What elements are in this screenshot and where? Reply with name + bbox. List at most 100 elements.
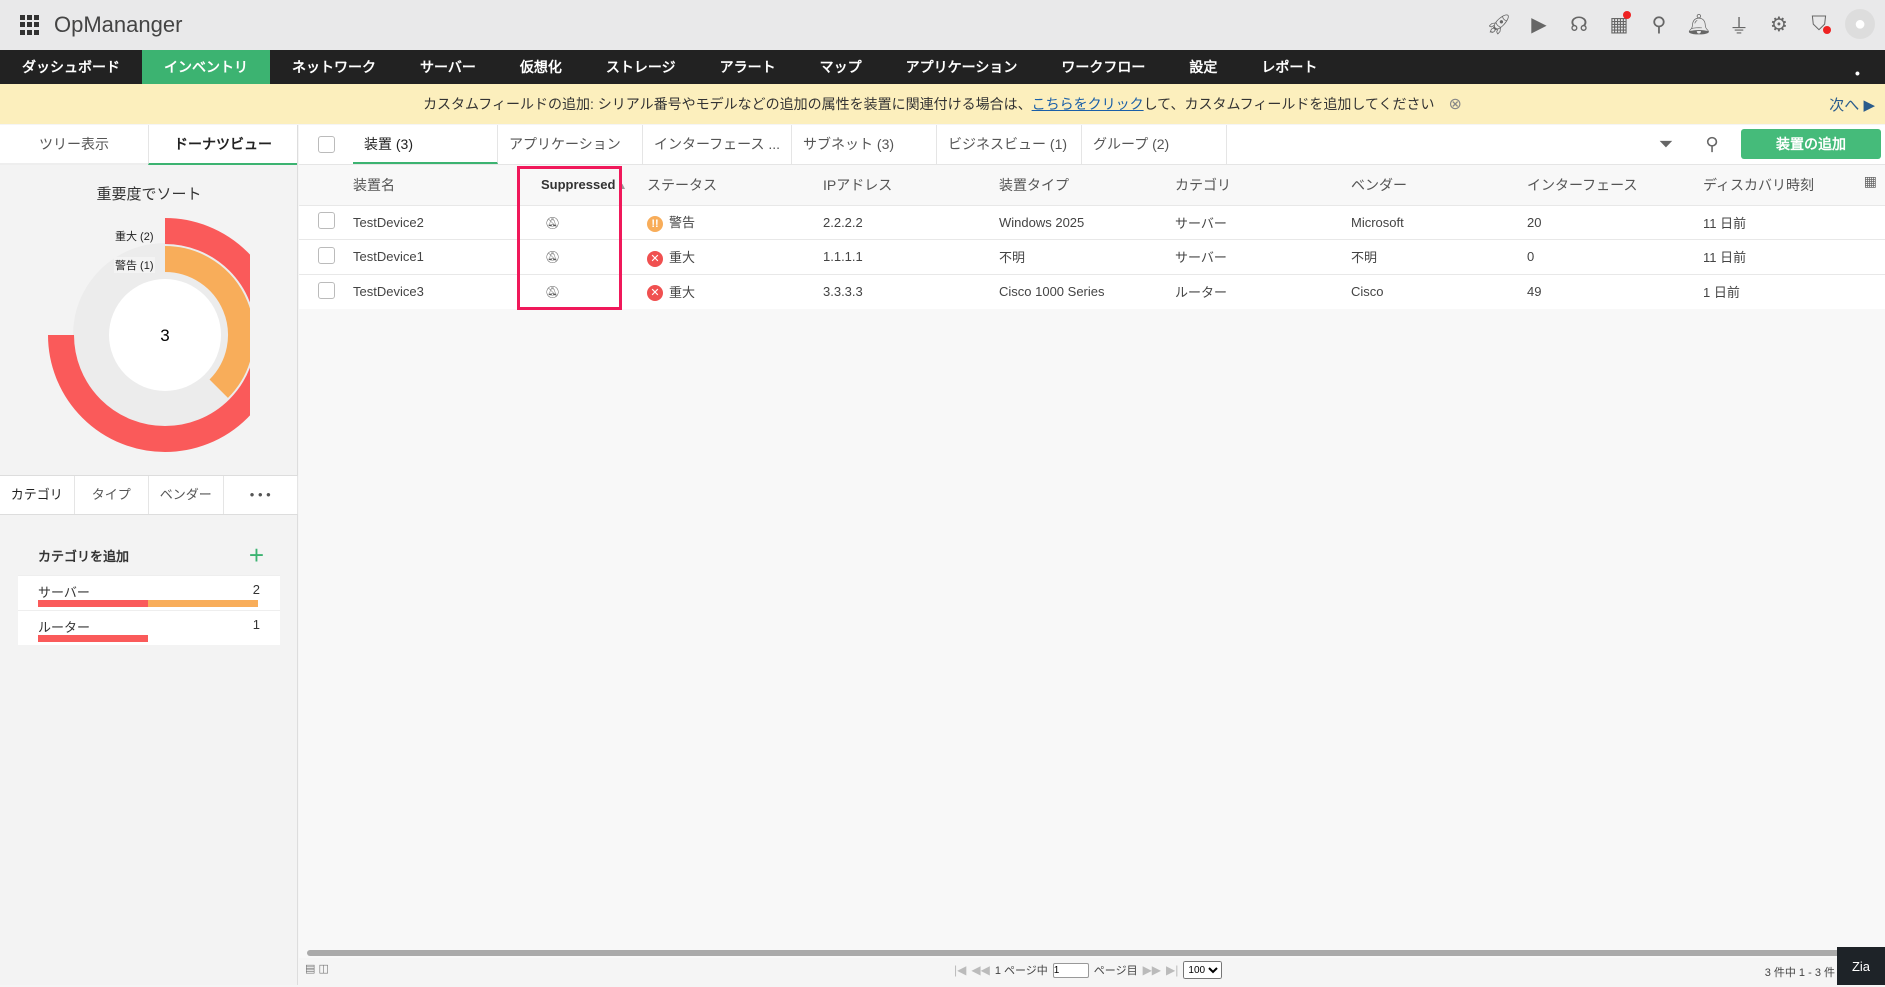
headset-icon[interactable]: ☊ bbox=[1565, 8, 1593, 40]
page-input[interactable] bbox=[1052, 962, 1089, 978]
cell-status: 警告 bbox=[669, 215, 696, 231]
add-category-plus-icon[interactable]: + bbox=[249, 540, 264, 571]
column-header-2[interactable]: ステータス bbox=[647, 165, 823, 205]
table-row[interactable]: TestDevice2 🔕︎!! 警告 2.2.2.2 Windows 2025 サーバー… bbox=[299, 204, 1885, 240]
tab-tree-view[interactable]: ツリー表示 bbox=[0, 125, 148, 165]
bar-warning bbox=[148, 600, 258, 607]
tab-0[interactable]: 装置 (3) bbox=[353, 125, 498, 164]
cell-discovered: 11 日前 bbox=[1703, 250, 1747, 266]
next-label: 次へ bbox=[1829, 97, 1860, 114]
table-row[interactable]: TestDevice3 🔕︎ ✕ 重大 3.3.3.3 Cisco 1000 Series… bbox=[299, 273, 1885, 309]
left-panel: ツリー表示 ドーナツビュー 重要度でソート 3 重大 (2) 警告 (1) カテ… bbox=[0, 125, 298, 985]
apps-grid-icon[interactable] bbox=[20, 15, 40, 35]
per-page-select[interactable]: 100 bbox=[1183, 961, 1223, 979]
row-checkbox[interactable] bbox=[317, 246, 335, 264]
cell-ip: 2.2.2.2 bbox=[823, 214, 863, 230]
nav-item-1[interactable]: インベントリ bbox=[142, 50, 270, 84]
banner-text-end: して、カスタムフィールドを追加してください bbox=[1143, 96, 1435, 112]
row-checkbox[interactable] bbox=[317, 281, 335, 299]
sort-icon[interactable]: ▲ bbox=[615, 181, 627, 191]
nav-item-6[interactable]: アラート bbox=[698, 50, 798, 84]
tab-2[interactable]: インターフェース ... bbox=[643, 125, 793, 164]
column-header-5[interactable]: カテゴリ bbox=[1175, 165, 1351, 205]
tab-5[interactable]: グループ (2) bbox=[1082, 125, 1228, 164]
category-item[interactable]: サーバー 2 bbox=[18, 575, 280, 610]
cell-discovered: 1 日前 bbox=[1703, 285, 1740, 300]
column-chooser-icon[interactable]: ▦ bbox=[1864, 173, 1877, 190]
nav-item-2[interactable]: ネットワーク bbox=[270, 50, 398, 84]
category-count: 2 bbox=[252, 582, 260, 597]
nav-item-10[interactable]: 設定 bbox=[1167, 50, 1239, 84]
nav-item-11[interactable]: レポート bbox=[1239, 50, 1339, 84]
column-header-0[interactable]: 装置名 bbox=[353, 165, 529, 205]
plug-icon[interactable]: ⏚ bbox=[1725, 8, 1753, 40]
donut-label-warning: 警告 (1) bbox=[114, 257, 155, 273]
info-banner: カスタムフィールドの追加: シリアル番号やモデルなどの追加の属性を装置に関連付け… bbox=[0, 84, 1885, 124]
cell-name[interactable]: TestDevice2 bbox=[353, 215, 424, 230]
tab-type[interactable]: タイプ bbox=[75, 476, 149, 514]
nav-item-4[interactable]: 仮想化 bbox=[498, 50, 584, 84]
select-all-checkbox[interactable] bbox=[317, 136, 335, 153]
next-button[interactable]: 次へ ▶ bbox=[1829, 94, 1875, 115]
nav-item-0[interactable]: ダッシュボード bbox=[0, 50, 142, 84]
tab-vendor[interactable]: ベンダー bbox=[149, 476, 224, 514]
main-panel: 装置 (3) アプリケーション インターフェース ... サブネット (3) ビジネスビ… bbox=[299, 125, 1885, 985]
nav-item-5[interactable]: ストレージ bbox=[584, 50, 698, 84]
page-suffix-label: ページ目 bbox=[1093, 965, 1138, 977]
tab-4[interactable]: ビジネスビュー (1) bbox=[937, 125, 1083, 164]
rocket-icon[interactable]: 🚀︎ bbox=[1485, 8, 1513, 40]
column-header-label: カテゴリ bbox=[1175, 176, 1231, 193]
gift-icon[interactable]: ▦ bbox=[1605, 8, 1633, 40]
cell-ip: 1.1.1.1 bbox=[823, 249, 863, 265]
critical-status-icon: ✕ bbox=[647, 250, 663, 267]
column-header-8[interactable]: ディスカバリ時刻 bbox=[1703, 165, 1885, 205]
page-of-label: 1 ページ中 bbox=[994, 965, 1048, 977]
cell-name[interactable]: TestDevice3 bbox=[353, 284, 424, 299]
cell-status: 重大 bbox=[669, 249, 696, 265]
column-header-label: Suppressed bbox=[541, 177, 616, 193]
column-header-3[interactable]: IPアドレス bbox=[823, 165, 999, 205]
search-icon[interactable]: ⚲ bbox=[1645, 8, 1673, 40]
filter-icon[interactable]: ⏷ bbox=[1643, 134, 1689, 155]
nav-item-7[interactable]: マップ bbox=[798, 50, 884, 84]
column-header-4[interactable]: 装置タイプ bbox=[999, 165, 1175, 205]
table-search-icon[interactable]: ⚲ bbox=[1689, 134, 1735, 155]
close-icon[interactable]: ⊗ bbox=[1449, 94, 1462, 114]
prev-page-icon[interactable]: ◀◀ bbox=[971, 963, 989, 977]
bar-critical bbox=[38, 635, 148, 642]
row-checkbox[interactable] bbox=[317, 212, 335, 230]
export-icon[interactable]: ▤ ◫ bbox=[305, 962, 329, 975]
column-header-label: 装置タイプ bbox=[999, 176, 1069, 193]
tab-donut-view[interactable]: ドーナツビュー bbox=[148, 125, 297, 165]
column-header-6[interactable]: ベンダー bbox=[1351, 165, 1527, 205]
nav-item-9[interactable]: ワークフロー bbox=[1039, 50, 1167, 84]
column-header-1[interactable]: Suppressed ▲ bbox=[529, 165, 647, 205]
cell-interfaces: 0 bbox=[1527, 249, 1535, 265]
table-row[interactable]: TestDevice1 🔕︎ ✕ 重大 1.1.1.1 不明 サーバー 不明 0 11 日前 bbox=[299, 239, 1885, 274]
next-page-icon[interactable]: ▶▶ bbox=[1143, 963, 1161, 977]
last-page-icon[interactable]: ▶| bbox=[1166, 963, 1178, 977]
add-device-button[interactable]: 装置の追加 bbox=[1741, 129, 1881, 159]
bell-icon[interactable]: 🔔︎ bbox=[1685, 8, 1713, 40]
first-page-icon[interactable]: |◀ bbox=[954, 963, 966, 977]
horizontal-scrollbar[interactable] bbox=[307, 950, 1873, 956]
gear-icon[interactable]: ⚙ bbox=[1765, 8, 1793, 40]
banner-link[interactable]: こちらをクリック bbox=[1032, 94, 1144, 114]
cell-name[interactable]: TestDevice1 bbox=[353, 249, 424, 264]
nav-item-8[interactable]: アプリケーション bbox=[884, 50, 1040, 84]
tab-category[interactable]: カテゴリ bbox=[0, 476, 75, 514]
cell-type: 不明 bbox=[999, 250, 1026, 266]
app-logo: OpMananger bbox=[54, 12, 183, 37]
tab-3[interactable]: サブネット (3) bbox=[792, 125, 938, 164]
tab-1[interactable]: アプリケーション bbox=[498, 125, 643, 164]
cell-category: ルーター bbox=[1175, 285, 1228, 300]
sort-title: 重要度でソート bbox=[96, 186, 202, 203]
zia-button[interactable]: Zia bbox=[1837, 947, 1885, 985]
shield-alert-icon[interactable]: ⛉ bbox=[1805, 8, 1833, 40]
category-item[interactable]: ルーター 1 bbox=[18, 610, 280, 645]
column-header-7[interactable]: インターフェース bbox=[1527, 165, 1703, 205]
user-avatar-icon[interactable]: ● bbox=[1845, 9, 1875, 39]
nav-item-3[interactable]: サーバー bbox=[398, 50, 498, 84]
presentation-icon[interactable]: ▶ bbox=[1525, 8, 1553, 40]
more-tabs-button[interactable]: • • • bbox=[224, 476, 298, 514]
